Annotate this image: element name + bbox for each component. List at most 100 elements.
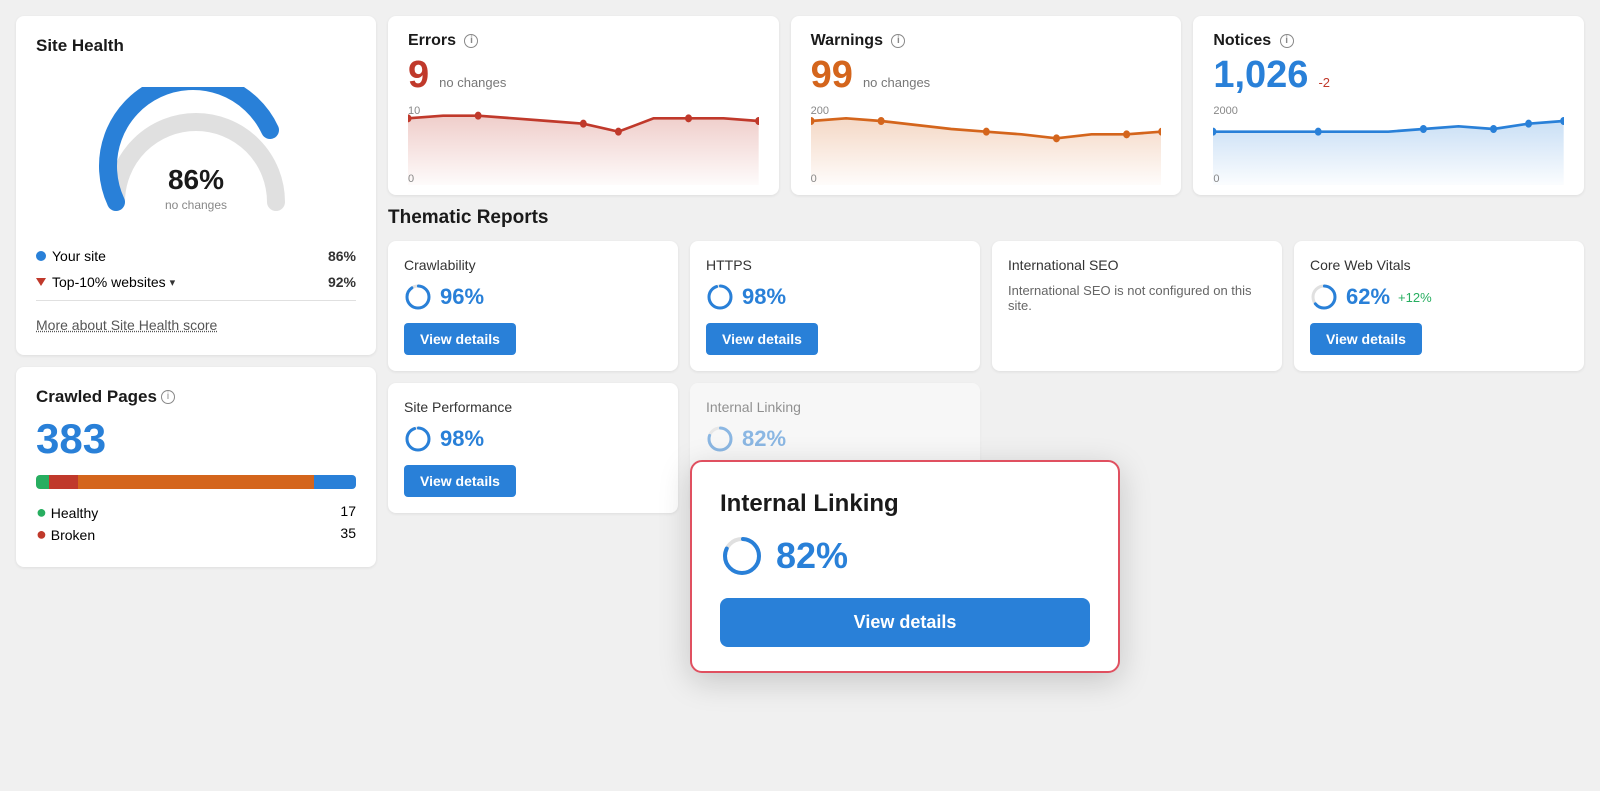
your-site-value: 86%	[328, 248, 356, 264]
popup-circle-icon	[720, 534, 764, 578]
warnings-label-text: Warnings	[811, 32, 883, 49]
warnings-change: no changes	[863, 75, 930, 90]
cwv-title: Core Web Vitals	[1310, 257, 1568, 273]
more-about-link[interactable]: More about Site Health score	[36, 317, 217, 333]
top10-legend: Top-10% websites ▾	[36, 274, 175, 290]
notices-card: Notices i 1,026 -2 2000 0	[1193, 16, 1584, 195]
dropdown-arrow-icon[interactable]: ▾	[170, 276, 176, 289]
https-score-row: 98%	[706, 283, 964, 311]
cwv-score-row: 62% +12%	[1310, 283, 1568, 311]
crawlability-view-btn[interactable]: View details	[404, 323, 516, 355]
top10-row: Top-10% websites ▾ 92%	[36, 274, 356, 290]
pb-broken	[49, 475, 78, 489]
your-site-label: Your site	[52, 248, 106, 264]
notices-number: 1,026	[1213, 54, 1308, 97]
notices-y-min: 0	[1213, 173, 1219, 185]
errors-change: no changes	[439, 75, 506, 90]
il-bg-score-row: 82%	[706, 425, 964, 453]
gauge-percent: 86%	[165, 164, 227, 196]
top10-label: Top-10% websites	[52, 274, 166, 290]
errors-y-max: 10	[408, 105, 420, 117]
sp-view-btn[interactable]: View details	[404, 465, 516, 497]
report-international-seo: International SEO International SEO is n…	[992, 241, 1282, 371]
notices-y-max: 2000	[1213, 105, 1237, 117]
sp-score: 98%	[440, 426, 484, 452]
popup-view-details-btn[interactable]: View details	[720, 598, 1090, 647]
crawled-pages-card: Crawled Pages i 383 ● Healthy 17	[16, 367, 376, 567]
healthy-label-row: ● Healthy	[36, 503, 98, 521]
pb-healthy	[36, 475, 49, 489]
report-core-web-vitals: Core Web Vitals 62% +12% View details	[1294, 241, 1584, 371]
notices-sparkline: 2000 0	[1213, 105, 1564, 185]
crawlability-score: 96%	[440, 284, 484, 310]
errors-main-row: 9 no changes	[408, 54, 759, 97]
notices-change: -2	[1318, 75, 1330, 90]
broken-label: Broken	[51, 527, 95, 543]
healthy-value: 17	[340, 503, 356, 521]
divider	[36, 300, 356, 301]
cwv-score: 62%	[1346, 284, 1390, 310]
sp-title: Site Performance	[404, 399, 662, 415]
il-bg-score: 82%	[742, 426, 786, 452]
crawled-pages-number: 383	[36, 415, 356, 463]
warnings-label: Warnings i	[811, 32, 1162, 50]
notices-label-text: Notices	[1213, 32, 1271, 49]
broken-label-row: ● Broken	[36, 525, 95, 543]
warnings-sparkline: 200 0	[811, 105, 1162, 185]
crawled-pages-info-icon[interactable]: i	[161, 390, 175, 404]
il-bg-circle-icon	[706, 425, 734, 453]
errors-info-icon[interactable]: i	[464, 34, 478, 48]
metrics-row: Errors i 9 no changes 10 0	[388, 16, 1584, 195]
warnings-main-row: 99 no changes	[811, 54, 1162, 97]
broken-dot: ●	[36, 524, 47, 544]
gauge-center: 86% no changes	[165, 164, 227, 214]
cwv-change: +12%	[1398, 290, 1432, 305]
cwv-view-btn[interactable]: View details	[1310, 323, 1422, 355]
sp-score-row: 98%	[404, 425, 662, 453]
top10-icon	[36, 278, 46, 286]
thematic-title: Thematic Reports	[388, 207, 1584, 229]
https-view-btn[interactable]: View details	[706, 323, 818, 355]
warnings-card: Warnings i 99 no changes 200 0	[791, 16, 1182, 195]
warnings-y-min: 0	[811, 173, 817, 185]
crawled-pages-title: Crawled Pages	[36, 387, 157, 407]
errors-y-min: 0	[408, 173, 414, 185]
top10-value: 92%	[328, 274, 356, 290]
crawlability-title: Crawlability	[404, 257, 662, 273]
legend-healthy: ● Healthy 17	[36, 503, 356, 521]
pb-blocked	[314, 475, 356, 489]
gauge-container: 86% no changes	[36, 72, 356, 232]
warnings-info-icon[interactable]: i	[891, 34, 905, 48]
warnings-number: 99	[811, 54, 853, 97]
pages-progress-bar	[36, 475, 356, 489]
your-site-row: Your site 86%	[36, 248, 356, 264]
cwv-circle-icon	[1310, 283, 1338, 311]
site-health-card: Site Health 86% no changes	[16, 16, 376, 355]
site-health-title: Site Health	[36, 36, 356, 56]
intl-seo-title: International SEO	[1008, 257, 1266, 273]
crawlability-score-row: 96%	[404, 283, 662, 311]
notices-main-row: 1,026 -2	[1213, 54, 1564, 97]
warnings-sparkline-svg	[811, 105, 1162, 185]
errors-number: 9	[408, 54, 429, 97]
sp-circle-icon	[404, 425, 432, 453]
errors-label: Errors i	[408, 32, 759, 50]
internal-linking-popup[interactable]: Internal Linking 82% View details	[690, 460, 1120, 673]
intl-seo-desc: International SEO is not configured on t…	[1008, 283, 1266, 313]
errors-label-text: Errors	[408, 32, 456, 49]
warnings-y-max: 200	[811, 105, 829, 117]
your-site-legend: Your site	[36, 248, 106, 264]
notices-info-icon[interactable]: i	[1280, 34, 1294, 48]
your-site-dot	[36, 251, 46, 261]
notices-label: Notices i	[1213, 32, 1564, 50]
report-crawlability: Crawlability 96% View details	[388, 241, 678, 371]
https-title: HTTPS	[706, 257, 964, 273]
pb-redirects	[78, 475, 315, 489]
errors-sparkline: 10 0	[408, 105, 759, 185]
il-bg-title: Internal Linking	[706, 399, 964, 415]
errors-card: Errors i 9 no changes 10 0	[388, 16, 779, 195]
pages-legend-list: ● Healthy 17 ● Broken 35	[36, 503, 356, 543]
popup-score: 82%	[776, 535, 848, 577]
crawlability-circle-icon	[404, 283, 432, 311]
report-site-performance: Site Performance 98% View details	[388, 383, 678, 513]
